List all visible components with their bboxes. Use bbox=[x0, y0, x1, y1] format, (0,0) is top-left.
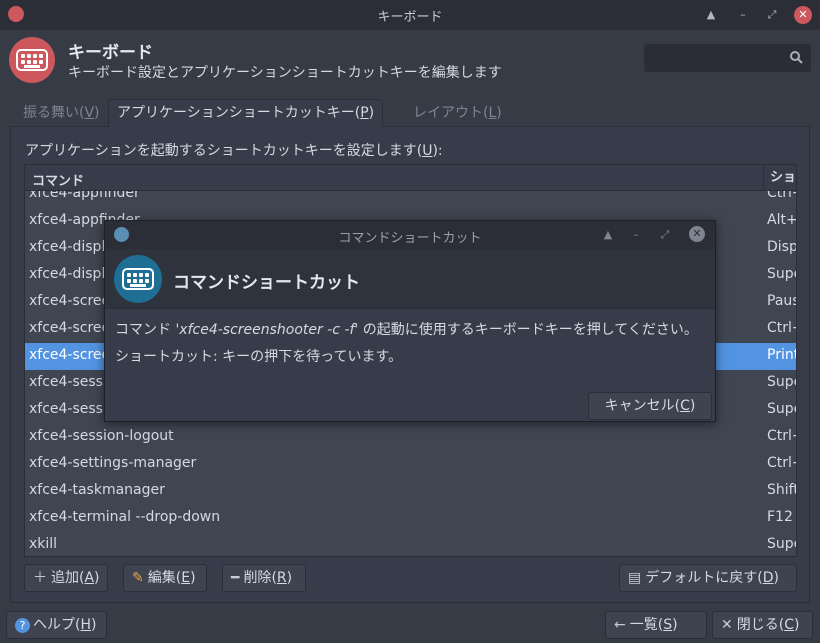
help-button[interactable]: ? ヘルプ(H) bbox=[6, 611, 107, 639]
row-command: xfce4-sessi bbox=[29, 401, 107, 417]
row-shortcut: Supe bbox=[767, 401, 796, 417]
cancel-button[interactable]: キャンセル(C) bbox=[588, 392, 712, 420]
row-shortcut: Supe bbox=[767, 536, 796, 552]
row-shortcut: Ctrl+ bbox=[767, 455, 796, 471]
delete-button[interactable]: ━ 削除(R) bbox=[222, 564, 306, 592]
plus-icon: ＋ bbox=[33, 570, 47, 586]
edit-button[interactable]: ✎ 編集(E) bbox=[123, 564, 207, 592]
command-name: 'xfce4-screenshooter -c -f' bbox=[175, 322, 359, 338]
row-shortcut: Ctrl+ bbox=[767, 320, 796, 336]
row-command: xfce4-terminal --drop-down bbox=[29, 509, 221, 525]
tab-layout[interactable]: レイアウト(L) bbox=[405, 100, 510, 126]
close-x-icon: ✕ bbox=[721, 617, 733, 633]
minimize-icon[interactable]: – bbox=[734, 6, 752, 24]
dialog-message: コマンド 'xfce4-screenshooter -c -f' の起動に使用す… bbox=[115, 322, 698, 338]
row-shortcut: Paus bbox=[767, 293, 797, 309]
search-icon bbox=[788, 50, 804, 66]
close-button[interactable]: ✕ 閉じる(C) bbox=[712, 611, 813, 639]
search-input[interactable] bbox=[644, 44, 811, 72]
row-command: xfce4-scree bbox=[29, 293, 111, 309]
row-command: xfce4-taskmanager bbox=[29, 482, 165, 498]
command-shortcut-dialog: コマンドショートカット ▲ – ⤢ ✕ コマンドショートカット コマンド 'xf… bbox=[104, 220, 716, 422]
row-shortcut: Supe bbox=[767, 266, 796, 282]
page-title: キーボード bbox=[68, 43, 153, 63]
help-icon: ? bbox=[15, 618, 30, 633]
maximize-icon[interactable]: ⤢ bbox=[763, 6, 781, 24]
shortcut-status: ショートカット: キーの押下を待っています。 bbox=[115, 349, 403, 365]
close-icon[interactable]: ✕ bbox=[689, 226, 705, 242]
add-button[interactable]: ＋追加(A) bbox=[24, 564, 108, 592]
column-header-shortcut[interactable]: ショ bbox=[763, 165, 796, 191]
row-shortcut: Supe bbox=[767, 374, 796, 390]
overview-button[interactable]: ← 一覧(S) bbox=[605, 611, 707, 639]
row-command: xfce4-sessio bbox=[29, 374, 116, 390]
table-header: コマンド ショ bbox=[25, 165, 796, 191]
tab-application-shortcuts[interactable]: アプリケーションショートカットキー(P) bbox=[108, 99, 384, 127]
shade-icon[interactable]: ▲ bbox=[599, 226, 617, 244]
window-title: キーボード bbox=[377, 10, 443, 25]
dialog-title: コマンドショートカット bbox=[338, 231, 482, 246]
tab-behavior[interactable]: 振る舞い(V) bbox=[15, 100, 108, 126]
row-command: xfce4-settings-manager bbox=[29, 455, 197, 471]
row-command: xfce4-scree bbox=[29, 320, 111, 336]
row-command: xkill bbox=[29, 536, 58, 552]
column-header-command[interactable]: コマンド bbox=[32, 170, 84, 189]
shade-icon[interactable]: ▲ bbox=[702, 6, 720, 24]
row-shortcut: Print bbox=[767, 347, 797, 363]
minus-icon: ━ bbox=[231, 570, 240, 586]
dialog-titlebar[interactable]: コマンドショートカット ▲ – ⤢ ✕ bbox=[105, 221, 715, 249]
reset-defaults-button[interactable]: ▤ デフォルトに戻す(D) bbox=[619, 564, 797, 592]
row-shortcut: Ctrl+ bbox=[767, 428, 796, 444]
close-icon[interactable]: ✕ bbox=[794, 6, 812, 24]
window-titlebar[interactable]: キーボード ▲ – ⤢ ✕ bbox=[0, 0, 820, 30]
row-shortcut: Disp bbox=[767, 239, 797, 255]
keyboard-icon bbox=[9, 37, 55, 83]
table-row[interactable]: xkill Supe bbox=[25, 532, 796, 556]
row-command: xfce4-displ bbox=[29, 239, 106, 255]
row-command: xfce4-displ bbox=[29, 266, 106, 282]
row-shortcut: F12 bbox=[767, 509, 793, 525]
edit-icon: ✎ bbox=[132, 570, 144, 586]
panel-description: アプリケーションを起動するショートカットキーを設定します(U): bbox=[25, 143, 443, 159]
arrow-left-icon: ← bbox=[614, 617, 626, 633]
row-shortcut: Shift bbox=[767, 482, 797, 498]
page-subtitle: キーボード設定とアプリケーションショートカットキーを編集します bbox=[68, 65, 502, 81]
row-shortcut: Alt+F bbox=[767, 212, 797, 228]
row-command: xfce4-scree bbox=[29, 347, 111, 363]
table-row[interactable]: xfce4-session-logout Ctrl+ bbox=[25, 424, 796, 451]
minimize-icon[interactable]: – bbox=[627, 226, 645, 244]
maximize-icon[interactable]: ⤢ bbox=[656, 226, 674, 244]
row-command: xfce4-session-logout bbox=[29, 428, 174, 444]
dialog-heading: コマンドショートカット bbox=[173, 273, 360, 293]
table-row[interactable]: xfce4-terminal --drop-down F12 bbox=[25, 505, 796, 532]
document-revert-icon: ▤ bbox=[628, 570, 642, 586]
keyboard-icon bbox=[114, 255, 162, 303]
table-row[interactable]: xfce4-taskmanager Shift bbox=[25, 478, 797, 505]
table-row[interactable]: xfce4-settings-manager Ctrl+ bbox=[25, 451, 796, 478]
